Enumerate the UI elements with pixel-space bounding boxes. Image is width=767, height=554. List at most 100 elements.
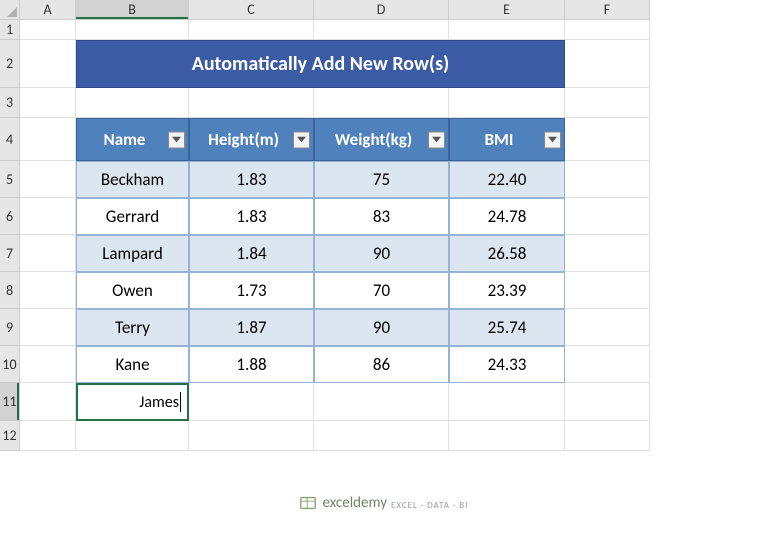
table-header-bmi[interactable]: BMI [449,118,565,161]
brand-logo-icon [299,494,317,512]
table-row[interactable]: Lampard [76,235,189,272]
title-cell[interactable]: Automatically Add New Row(s) [76,40,565,88]
cell-A8[interactable] [20,272,76,309]
table-row[interactable]: 24.78 [449,198,565,235]
filter-button-name[interactable] [168,131,185,148]
table-row[interactable]: 1.88 [189,346,314,383]
row-header-9[interactable]: 9 [0,309,20,346]
col-header-A[interactable]: A [20,0,76,20]
table-row[interactable]: 24.33 [449,346,565,383]
table-row[interactable]: 83 [314,198,449,235]
cell-E12[interactable] [449,421,565,451]
active-cell-B11[interactable]: James [76,383,189,421]
table-row[interactable]: Owen [76,272,189,309]
cell-A6[interactable] [20,198,76,235]
cell-A12[interactable] [20,421,76,451]
cell-D12[interactable] [314,421,449,451]
row-header-6[interactable]: 6 [0,198,20,235]
col-header-B[interactable]: B [76,0,189,20]
cell-A9[interactable] [20,309,76,346]
cell-B3[interactable] [76,88,189,118]
cell-B12[interactable] [76,421,189,451]
watermark: exceldemy EXCEL · DATA · BI [299,494,469,512]
row-header-3[interactable]: 3 [0,88,20,118]
cell-F7[interactable] [565,235,650,272]
cell-F5[interactable] [565,161,650,198]
brand-tagline: EXCEL · DATA · BI [391,500,468,511]
cell-F6[interactable] [565,198,650,235]
row-header-1[interactable]: 1 [0,20,20,40]
cell-F9[interactable] [565,309,650,346]
cell-F3[interactable] [565,88,650,118]
select-all-corner[interactable] [0,0,20,20]
table-row[interactable]: 90 [314,235,449,272]
table-row[interactable]: Terry [76,309,189,346]
cell-E11[interactable] [449,383,565,421]
filter-button-bmi[interactable] [544,131,561,148]
cell-D1[interactable] [314,20,449,40]
table-header-name[interactable]: Name [76,118,189,161]
table-row[interactable]: 22.40 [449,161,565,198]
col-header-F[interactable]: F [565,0,650,20]
row-header-8[interactable]: 8 [0,272,20,309]
row-header-12[interactable]: 12 [0,421,20,451]
cell-C12[interactable] [189,421,314,451]
filter-button-height[interactable] [293,131,310,148]
cell-A11[interactable] [20,383,76,421]
row-header-4[interactable]: 4 [0,118,20,161]
col-header-C[interactable]: C [189,0,314,20]
cell-F1[interactable] [565,20,650,40]
table-row[interactable]: 1.73 [189,272,314,309]
table-row[interactable]: Gerrard [76,198,189,235]
col-header-D[interactable]: D [314,0,449,20]
table-row[interactable]: 23.39 [449,272,565,309]
cell-F12[interactable] [565,421,650,451]
table-row[interactable]: 1.83 [189,161,314,198]
cell-F2[interactable] [565,40,650,88]
filter-button-weight[interactable] [428,131,445,148]
cell-C11[interactable] [189,383,314,421]
table-row[interactable]: 86 [314,346,449,383]
cell-A4[interactable] [20,118,76,161]
table-header-height[interactable]: Height(m) [189,118,314,161]
table-header-label: Height(m) [208,129,279,150]
cell-A5[interactable] [20,161,76,198]
cell-E3[interactable] [449,88,565,118]
cell-C1[interactable] [189,20,314,40]
cell-B1[interactable] [76,20,189,40]
table-row[interactable]: Beckham [76,161,189,198]
table-row[interactable]: 1.83 [189,198,314,235]
brand-name: exceldemy [323,494,387,512]
table-row[interactable]: 90 [314,309,449,346]
cell-D3[interactable] [314,88,449,118]
table-row[interactable]: 1.87 [189,309,314,346]
col-header-E[interactable]: E [449,0,565,20]
row-header-10[interactable]: 10 [0,346,20,383]
table-row[interactable]: 26.58 [449,235,565,272]
cell-A1[interactable] [20,20,76,40]
table-row[interactable]: 25.74 [449,309,565,346]
cell-E1[interactable] [449,20,565,40]
table-header-label: Name [104,129,146,150]
cell-D11[interactable] [314,383,449,421]
table-row[interactable]: Kane [76,346,189,383]
cell-A7[interactable] [20,235,76,272]
cell-C3[interactable] [189,88,314,118]
cell-A2[interactable] [20,40,76,88]
table-header-label: Weight(kg) [335,129,412,150]
row-header-11[interactable]: 11 [0,383,20,421]
text-cursor-icon [180,392,181,412]
cell-A10[interactable] [20,346,76,383]
row-header-2[interactable]: 2 [0,40,20,88]
table-row[interactable]: 75 [314,161,449,198]
row-header-7[interactable]: 7 [0,235,20,272]
cell-F10[interactable] [565,346,650,383]
row-header-5[interactable]: 5 [0,161,20,198]
cell-F8[interactable] [565,272,650,309]
table-header-weight[interactable]: Weight(kg) [314,118,449,161]
cell-F11[interactable] [565,383,650,421]
table-row[interactable]: 70 [314,272,449,309]
table-row[interactable]: 1.84 [189,235,314,272]
cell-A3[interactable] [20,88,76,118]
cell-F4[interactable] [565,118,650,161]
